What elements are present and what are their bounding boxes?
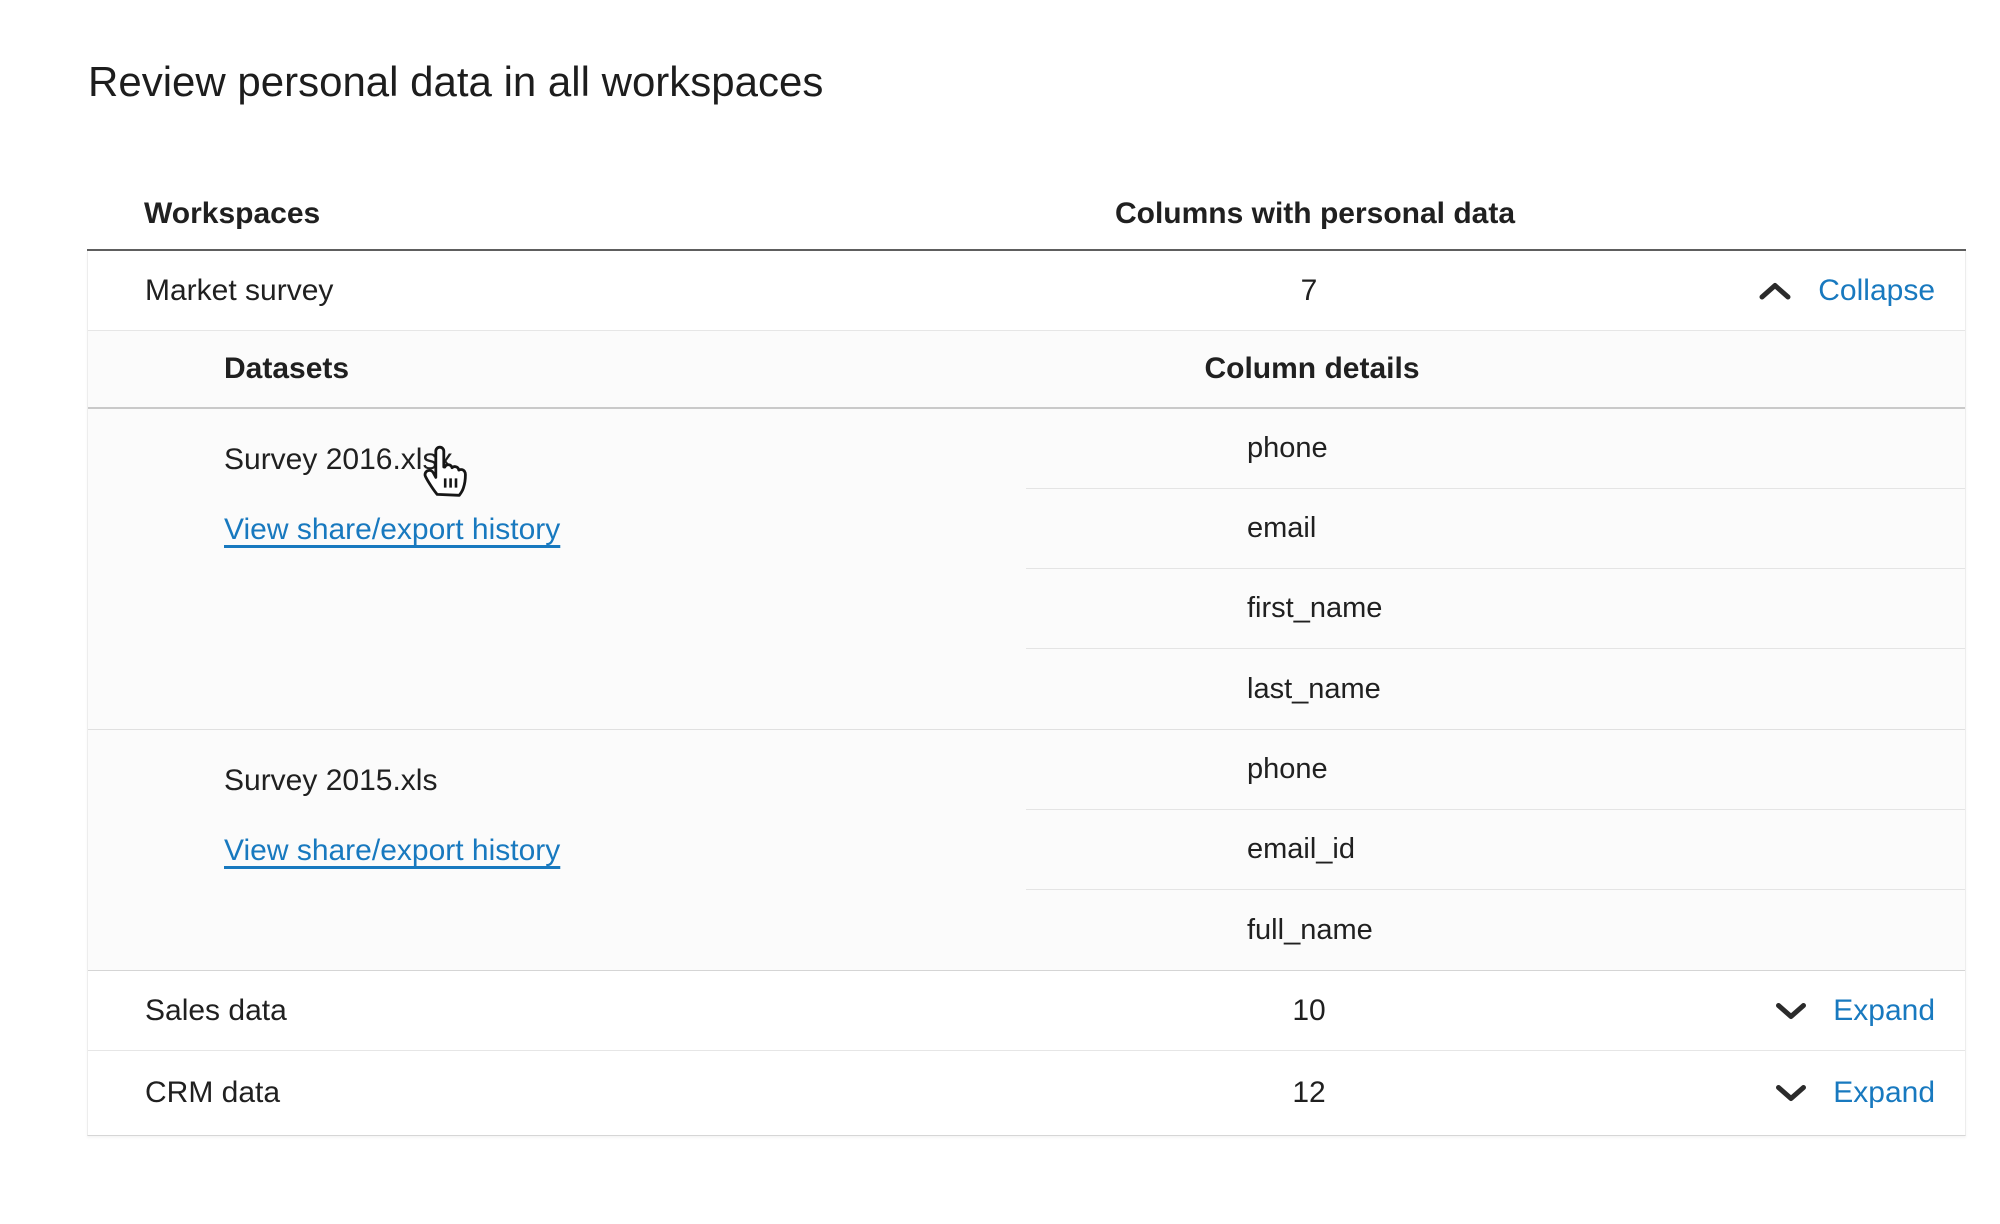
toggle-label: Collapse <box>1818 274 1935 308</box>
dataset-group-survey-2015: Survey 2015.xls View share/export histor… <box>88 730 1965 970</box>
workspace-name: CRM data <box>145 1076 280 1110</box>
col-header-personal-data-columns: Columns with personal data <box>1115 197 1515 231</box>
column-details-list: phone email first_name last_name <box>1026 409 1965 729</box>
collapse-button[interactable]: Collapse <box>1758 274 1935 308</box>
column-name: email <box>1247 512 1316 545</box>
toggle-label: Expand <box>1833 994 1935 1028</box>
workspace-name: Sales data <box>145 994 287 1028</box>
expanded-section-market-survey: Datasets Column details Survey 2016.xlsx… <box>88 331 1965 971</box>
col-header-datasets: Datasets <box>224 352 349 386</box>
column-detail-row: phone <box>1026 730 1965 810</box>
col-header-workspaces: Workspaces <box>144 197 320 231</box>
dataset-info: Survey 2015.xls View share/export histor… <box>224 764 560 868</box>
column-name: email_id <box>1247 833 1355 866</box>
column-name: first_name <box>1247 592 1382 625</box>
column-detail-row: email_id <box>1026 810 1965 890</box>
chevron-up-icon <box>1758 281 1792 301</box>
workspaces-table: Workspaces Columns with personal data Ma… <box>87 153 1966 1136</box>
workspace-row-market-survey: Market survey 7 Collapse <box>88 251 1965 331</box>
workspace-name: Market survey <box>145 274 333 308</box>
column-detail-row: email <box>1026 489 1965 569</box>
column-name: phone <box>1247 753 1328 786</box>
dataset-info: Survey 2016.xlsx View share/export histo… <box>224 443 560 547</box>
workspace-row-crm-data: CRM data 12 Expand <box>88 1051 1965 1135</box>
workspace-row-sales-data: Sales data 10 Expand <box>88 971 1965 1051</box>
column-details-list: phone email_id full_name <box>1026 730 1965 970</box>
dataset-group-survey-2016: Survey 2016.xlsx View share/export histo… <box>88 409 1965 730</box>
dataset-name: Survey 2015.xls <box>224 764 560 798</box>
col-header-column-details: Column details <box>1204 352 1419 386</box>
chevron-down-icon <box>1775 1084 1807 1102</box>
chevron-down-icon <box>1775 1002 1807 1020</box>
column-detail-row: first_name <box>1026 569 1965 649</box>
table-body: Market survey 7 Collapse Datasets Column… <box>87 251 1966 1136</box>
toggle-label: Expand <box>1833 1076 1935 1110</box>
column-name: last_name <box>1247 673 1381 706</box>
expand-button[interactable]: Expand <box>1775 994 1935 1028</box>
expanded-header-row: Datasets Column details <box>88 331 1965 409</box>
column-detail-row: last_name <box>1026 649 1965 729</box>
personal-data-count: 7 <box>1301 274 1318 308</box>
table-header-row: Workspaces Columns with personal data <box>87 153 1966 251</box>
dataset-name: Survey 2016.xlsx <box>224 443 560 477</box>
expand-button[interactable]: Expand <box>1775 1076 1935 1110</box>
column-detail-row: full_name <box>1026 890 1965 970</box>
personal-data-count: 12 <box>1292 1076 1325 1110</box>
view-share-export-history-link[interactable]: View share/export history <box>224 513 560 547</box>
review-personal-data-page: Review personal data in all workspaces W… <box>0 58 2000 1136</box>
column-name: phone <box>1247 432 1328 465</box>
personal-data-count: 10 <box>1292 994 1325 1028</box>
column-detail-row: phone <box>1026 409 1965 489</box>
column-name: full_name <box>1247 914 1373 947</box>
page-title: Review personal data in all workspaces <box>88 58 2000 106</box>
view-share-export-history-link[interactable]: View share/export history <box>224 834 560 868</box>
